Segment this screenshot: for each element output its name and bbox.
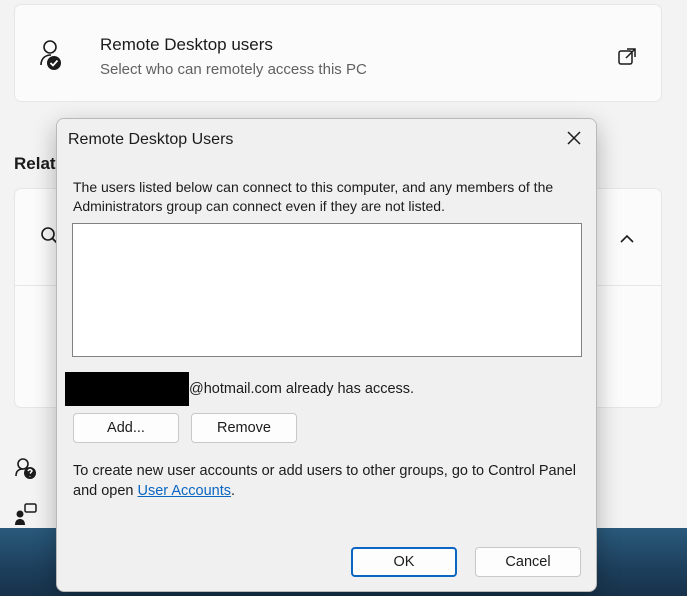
ok-button[interactable]: OK	[351, 547, 457, 577]
remote-desktop-users-dialog: Remote Desktop Users The users listed be…	[56, 118, 597, 592]
user-list[interactable]	[72, 223, 582, 357]
access-message: @hotmail.com already has access.	[189, 381, 415, 397]
related-settings-heading: Relat	[14, 154, 56, 173]
add-button[interactable]: Add...	[73, 413, 179, 443]
dialog-titlebar[interactable]: Remote Desktop Users	[57, 119, 596, 163]
open-external-icon[interactable]	[617, 47, 637, 72]
access-status: @hotmail.com already has access.	[65, 372, 414, 406]
user-check-icon	[39, 39, 63, 76]
accounts-hint: To create new user accounts or add users…	[73, 461, 583, 501]
help-person-icon[interactable]	[14, 456, 38, 485]
feedback-person-icon[interactable]	[14, 502, 38, 531]
dialog-title: Remote Desktop Users	[68, 131, 234, 148]
remote-desktop-users-subtitle: Select who can remotely access this PC	[100, 61, 367, 78]
cancel-button[interactable]: Cancel	[475, 547, 581, 577]
chevron-up-icon[interactable]	[617, 229, 637, 254]
remove-button[interactable]: Remove	[191, 413, 297, 443]
user-accounts-link[interactable]: User Accounts	[138, 483, 232, 499]
remote-desktop-users-title: Remote Desktop users	[100, 35, 273, 54]
close-icon	[566, 130, 582, 151]
redacted-username	[65, 372, 189, 406]
dialog-description: The users listed below can connect to th…	[73, 179, 554, 214]
close-button[interactable]	[558, 125, 590, 155]
hint-suffix: .	[231, 483, 236, 499]
remote-desktop-users-card[interactable]: Remote Desktop users Select who can remo…	[14, 4, 662, 102]
